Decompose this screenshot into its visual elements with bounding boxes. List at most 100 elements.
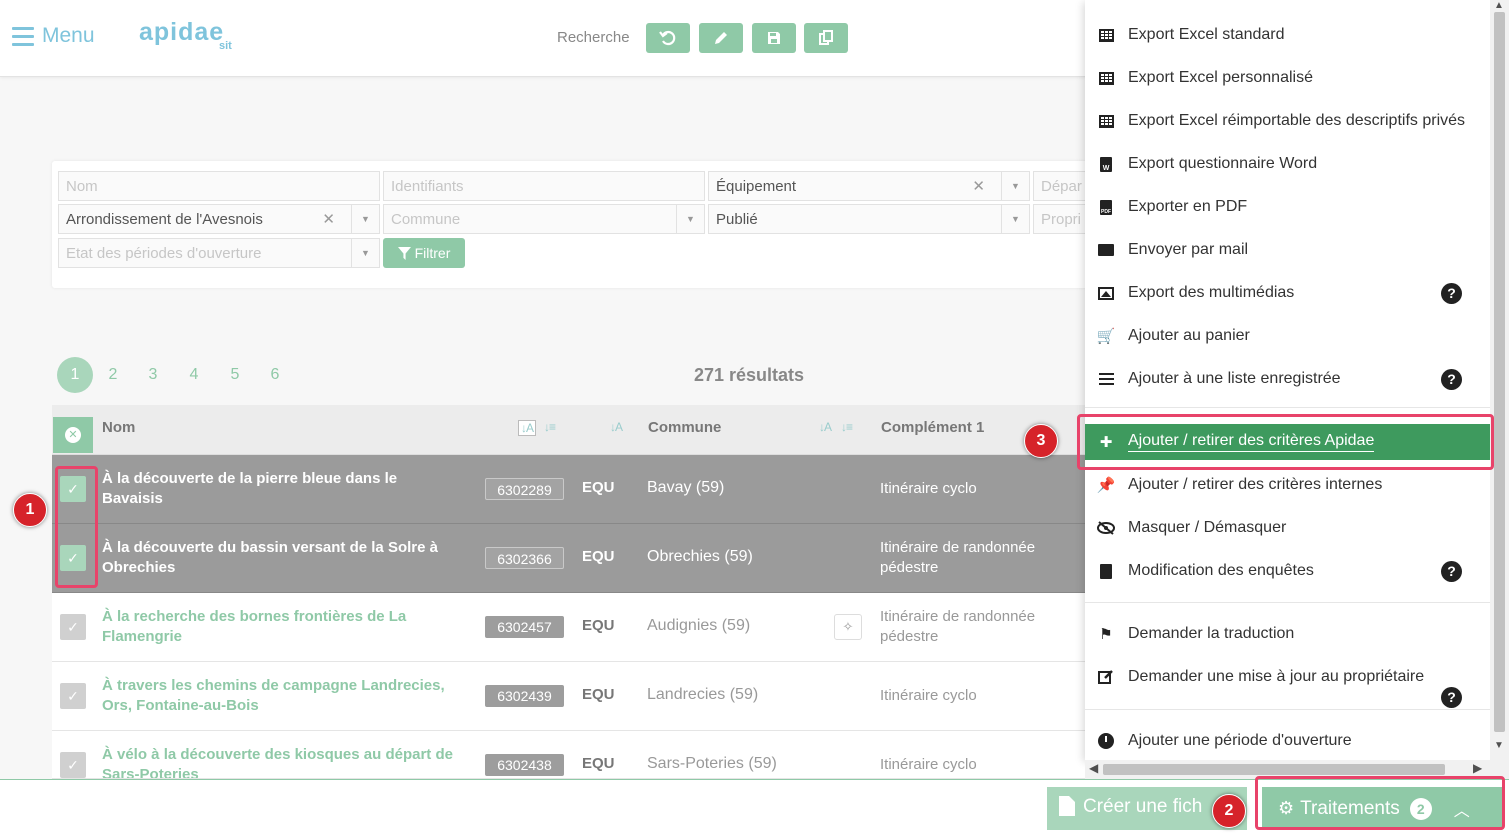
table-row[interactable]: ✓ À la découverte de la pierre bleue dan… xyxy=(52,455,1092,524)
document-icon xyxy=(1097,562,1115,580)
row-commune: Sars-Poteries (59) xyxy=(647,755,777,772)
menu-item-masquer[interactable]: Masquer / Démasquer xyxy=(1085,510,1490,546)
table-row[interactable]: ✓ À la découverte du bassin versant de l… xyxy=(52,524,1092,593)
menu-item-export-multimedias[interactable]: Export des multimédias ? xyxy=(1085,275,1490,311)
row-name-link[interactable]: À la recherche des bornes frontières de … xyxy=(102,607,462,647)
proprietaire-select[interactable]: Propri xyxy=(1033,204,1093,234)
menu-item-envoyer-mail[interactable]: Envoyer par mail xyxy=(1085,232,1490,268)
table-icon xyxy=(1097,112,1115,130)
filter-button[interactable]: Filtrer xyxy=(383,238,465,268)
row-checkbox[interactable]: ✓ xyxy=(60,614,86,640)
menu-item-criteres-internes[interactable]: 📌 Ajouter / retirer des critères interne… xyxy=(1085,467,1490,503)
annotation-marker-1: 1 xyxy=(13,493,47,527)
edit-search-button[interactable] xyxy=(699,23,743,53)
undo-icon xyxy=(659,30,676,46)
page-6[interactable]: 6 xyxy=(257,357,293,393)
scroll-right-icon[interactable]: ▶ xyxy=(1473,761,1482,775)
menu-item-export-word[interactable]: W Export questionnaire Word xyxy=(1085,146,1490,182)
arrondissement-select[interactable]: Arrondissement de l'Avesnois ✕ ▼ xyxy=(58,204,380,234)
table-row[interactable]: ✓ À travers les chemins de campagne Land… xyxy=(52,662,1092,731)
menu-item-enquetes[interactable]: Modification des enquêtes ? xyxy=(1085,553,1490,589)
row-type: EQU xyxy=(582,686,615,703)
menu-vertical-scrollbar[interactable]: ▲ ▼ xyxy=(1490,0,1509,779)
row-complement: Itinéraire cyclo xyxy=(880,480,977,497)
menu-item-export-pdf[interactable]: PDF Exporter en PDF xyxy=(1085,189,1490,225)
help-icon[interactable]: ? xyxy=(1441,283,1462,304)
table-row[interactable]: ✓ À la recherche des bornes frontières d… xyxy=(52,593,1092,662)
sort-commune-desc-icon[interactable]: ↓≡ xyxy=(841,420,853,434)
publie-select[interactable]: Publié ▼ xyxy=(708,204,1030,234)
header-nom[interactable]: Nom xyxy=(102,419,135,436)
row-name-link[interactable]: À vélo à la découverte des kiosques au d… xyxy=(102,745,462,778)
menu-item-periode-ouverture[interactable]: Ajouter une période d'ouverture xyxy=(1085,723,1490,759)
chevron-down-icon: ▼ xyxy=(676,205,704,233)
save-search-button[interactable] xyxy=(752,23,796,53)
scroll-thumb[interactable] xyxy=(1103,764,1445,775)
menu-item-ajouter-panier[interactable]: 🛒 Ajouter au panier xyxy=(1085,318,1490,354)
table-icon xyxy=(1097,69,1115,87)
menu-item-mise-a-jour[interactable]: Demander une mise à jour au propriétaire… xyxy=(1085,659,1490,708)
edit-icon xyxy=(1097,668,1115,686)
scroll-left-icon[interactable]: ◀ xyxy=(1089,761,1098,775)
row-name-link[interactable]: À la découverte de la pierre bleue dans … xyxy=(102,469,462,509)
apidae-logo[interactable]: apidae sit xyxy=(139,18,232,52)
help-icon[interactable]: ? xyxy=(1441,369,1462,390)
copy-icon xyxy=(819,30,833,45)
equipement-select[interactable]: Équipement ✕ ▼ xyxy=(708,171,1030,201)
annotation-marker-3: 3 xyxy=(1024,424,1058,458)
row-checkbox[interactable]: ✓ xyxy=(60,752,86,778)
row-id-badge: 6302289 xyxy=(485,478,564,500)
nom-input[interactable]: Nom xyxy=(58,171,380,201)
scroll-up-icon[interactable]: ▲ xyxy=(1494,0,1504,11)
row-complement: Itinéraire cyclo xyxy=(880,687,977,704)
table-row[interactable]: ✓ À vélo à la découverte des kiosques au… xyxy=(52,731,1092,779)
copy-search-button[interactable] xyxy=(804,23,848,53)
scroll-thumb[interactable] xyxy=(1494,12,1505,732)
header-commune[interactable]: Commune xyxy=(648,419,721,436)
sort-commune-asc-icon[interactable]: ↓A xyxy=(819,420,832,434)
compass-icon[interactable]: ✧ xyxy=(834,614,862,640)
menu-item-export-excel-reimportable[interactable]: Export Excel réimportable des descriptif… xyxy=(1085,103,1490,139)
hamburger-icon xyxy=(12,26,34,46)
page-4[interactable]: 4 xyxy=(176,357,212,393)
row-name-link[interactable]: À travers les chemins de campagne Landre… xyxy=(102,676,462,716)
cart-icon: 🛒 xyxy=(1096,328,1116,345)
page-3[interactable]: 3 xyxy=(135,357,171,393)
sort-type-icon[interactable]: ↓A xyxy=(610,420,623,434)
row-complement: Itinéraire de randonnée pédestre xyxy=(880,539,1036,576)
header-complement[interactable]: Complément 1 xyxy=(881,419,984,436)
help-icon[interactable]: ? xyxy=(1441,561,1462,582)
clear-icon[interactable]: ✕ xyxy=(322,210,335,228)
sort-asc-icon[interactable]: ↓A xyxy=(518,420,537,436)
row-id-badge: 6302366 xyxy=(485,547,564,569)
periodes-select[interactable]: Etat des périodes d'ouverture ▼ xyxy=(58,238,380,268)
highlight-traitements xyxy=(1255,776,1505,830)
page-2[interactable]: 2 xyxy=(95,357,131,393)
scroll-down-icon[interactable]: ▼ xyxy=(1494,740,1504,751)
logo-text: apidae xyxy=(139,18,225,46)
row-checkbox[interactable]: ✓ xyxy=(60,683,86,709)
departement-select[interactable]: Dépar xyxy=(1033,171,1093,201)
clear-icon[interactable]: ✕ xyxy=(972,177,985,195)
menu-item-export-excel-standard[interactable]: Export Excel standard xyxy=(1085,17,1490,53)
envelope-icon xyxy=(1097,241,1115,259)
menu-item-traduction[interactable]: ⚑ Demander la traduction xyxy=(1085,616,1490,652)
menu-item-ajouter-liste[interactable]: Ajouter à une liste enregistrée ? xyxy=(1085,361,1490,397)
page-1[interactable]: 1 xyxy=(57,357,93,393)
row-complement: Itinéraire de randonnée pédestre xyxy=(880,608,1036,645)
menu-button[interactable]: Menu xyxy=(12,24,95,48)
row-name-link[interactable]: À la découverte du bassin versant de la … xyxy=(102,538,462,578)
commune-select[interactable]: Commune ▼ xyxy=(383,204,705,234)
identifiants-input[interactable]: Identifiants xyxy=(383,171,705,201)
menu-item-export-excel-perso[interactable]: Export Excel personnalisé xyxy=(1085,60,1490,96)
deselect-all-button[interactable]: ✕ xyxy=(53,417,93,453)
help-icon[interactable]: ? xyxy=(1441,687,1462,708)
traitements-menu: Export Excel standard Export Excel perso… xyxy=(1085,0,1490,760)
page-5[interactable]: 5 xyxy=(217,357,253,393)
sort-desc-icon[interactable]: ↓≡ xyxy=(544,420,556,434)
list-icon xyxy=(1097,370,1115,388)
menu-label: Menu xyxy=(42,24,95,47)
reset-search-button[interactable] xyxy=(646,23,690,53)
row-id-badge: 6302457 xyxy=(485,616,564,638)
table-header: ✕ Nom ↓A ↓≡ ↓A Commune ↓A ↓≡ Complément … xyxy=(52,405,1092,455)
